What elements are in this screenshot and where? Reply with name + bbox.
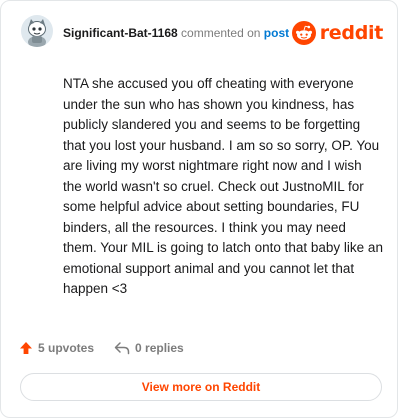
view-more-button[interactable]: View more on Reddit [20, 373, 382, 401]
embedded-comment-card: Significant-Bat-1168 commented on post r… [0, 0, 398, 418]
replies-count: 0 replies [135, 341, 184, 355]
upvotes-stat[interactable]: 5 upvotes [19, 341, 94, 355]
reddit-logo-icon [291, 21, 316, 45]
reddit-brand[interactable]: reddit [291, 19, 384, 47]
username-link[interactable]: Significant-Bat-1168 [63, 26, 178, 40]
commented-on-text: commented on [181, 26, 261, 40]
reply-arrow-icon [114, 342, 130, 355]
upvotes-count: 5 upvotes [38, 341, 95, 355]
post-link[interactable]: post [264, 26, 289, 40]
comment-meta: Significant-Bat-1168 commented on post [63, 26, 289, 40]
reddit-wordmark: reddit [319, 22, 384, 44]
upvote-arrow-icon [20, 342, 32, 354]
snoo-avatar-icon [21, 15, 53, 47]
user-avatar[interactable] [21, 15, 53, 47]
comment-footer: 5 upvotes 0 replies [19, 339, 184, 357]
replies-stat[interactable]: 0 replies [114, 341, 184, 355]
comment-header: Significant-Bat-1168 commented on post r… [21, 15, 383, 51]
comment-body: NTA she accused you off cheating with ev… [63, 76, 383, 296]
